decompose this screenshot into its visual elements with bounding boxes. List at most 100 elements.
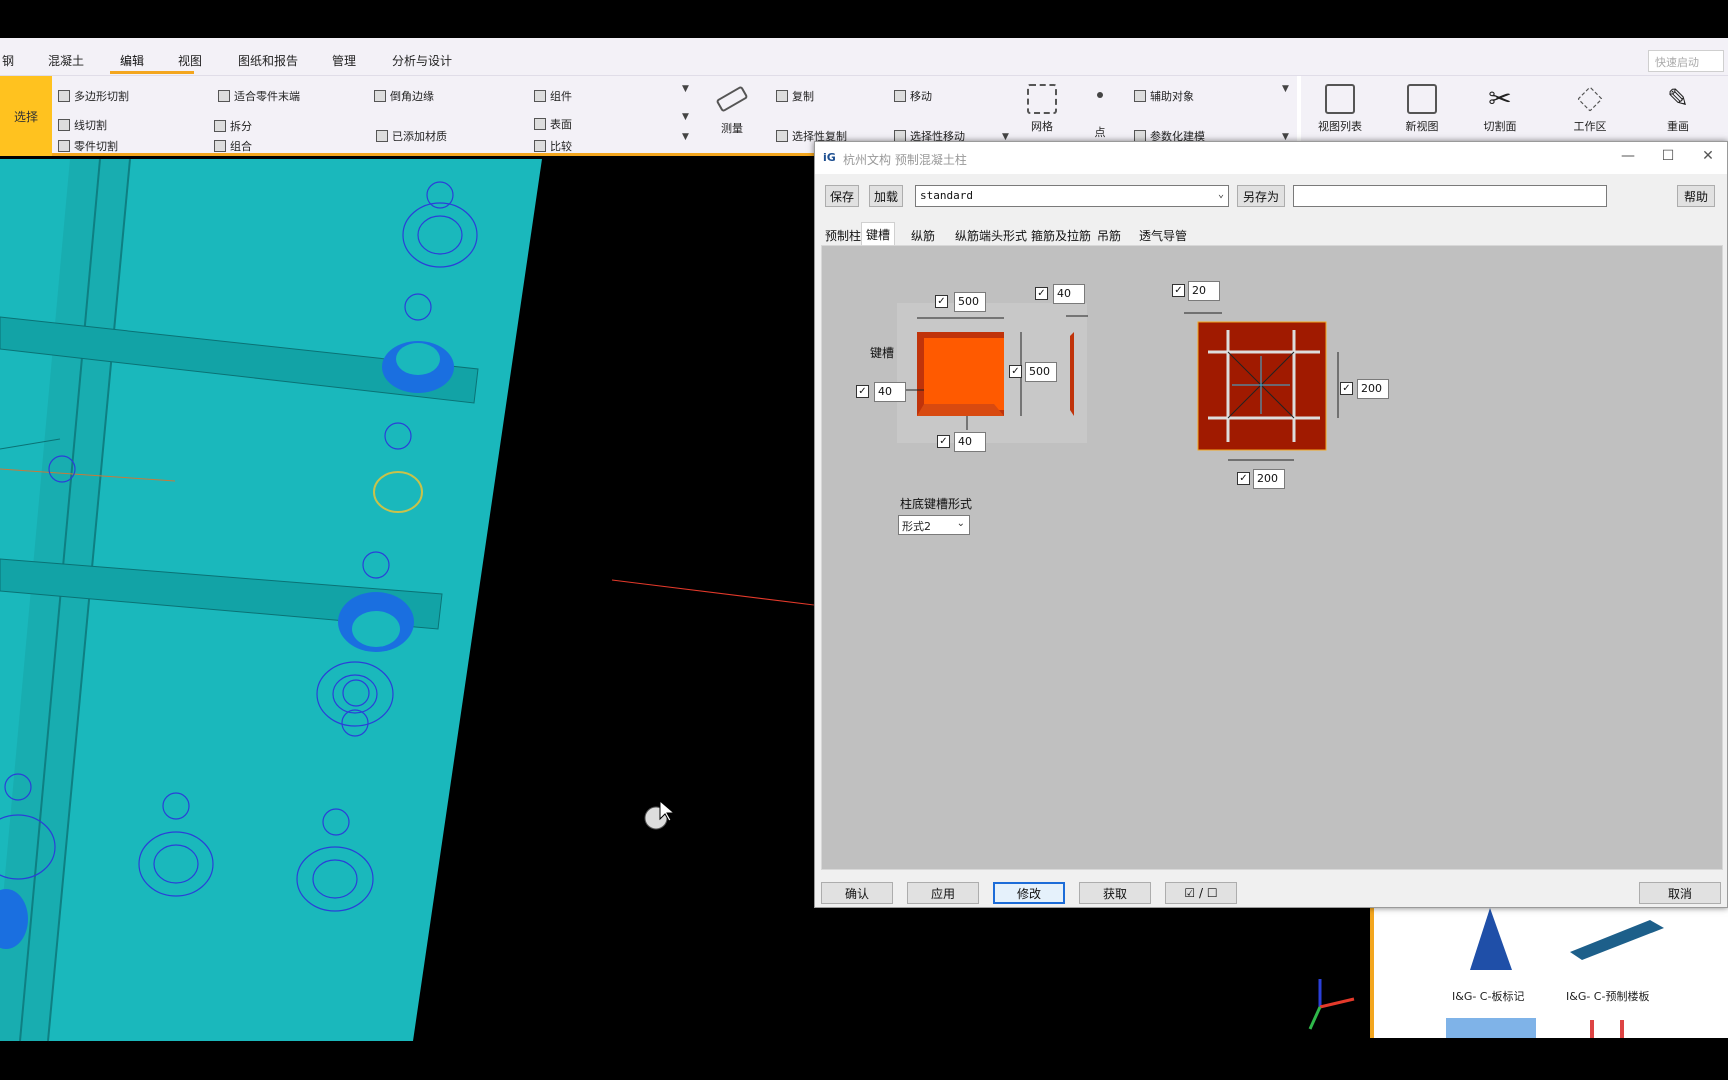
surface-dropdown-icon[interactable]: ▼ [682,112,689,122]
new-view-button[interactable]: 新视图 [1392,84,1452,134]
tab-longitudinal-rebar[interactable]: 纵筋 [907,224,939,246]
cut-plane-button[interactable]: ✂ 切割面 [1470,84,1530,134]
copy-icon [776,90,788,102]
polygon-cut-icon [58,90,70,102]
screen: 钢 混凝土 编辑 视图 图纸和报告 管理 分析与设计 快速启动 选择 多边形切割… [0,0,1728,1080]
height-right-input[interactable]: 500 [1025,362,1057,382]
precast-column-dialog: iG 杭州文构 预制混凝土柱 — ☐ ✕ 保存 加载 standard ⌄ 另存… [814,141,1728,908]
keyway-bevel [917,404,1004,416]
base-form-label: 柱底键槽形式 [900,497,973,511]
redraw-button[interactable]: ✎ 重画 [1648,84,1708,134]
depth-input[interactable]: 40 [1053,284,1085,304]
width-top-input[interactable]: 500 [954,292,986,312]
catalog-thumbnail-4[interactable] [1590,1020,1594,1038]
tab-edit[interactable]: 编辑 [120,52,144,69]
quick-launch-input[interactable]: 快速启动 [1648,50,1724,72]
bottom-offset-input[interactable]: 40 [954,432,986,452]
tab-stirrups-ties[interactable]: 箍筋及拉筋 [1027,224,1095,246]
load-button[interactable]: 加载 [869,185,903,207]
helper-object-button[interactable]: 辅助对象 [1134,88,1194,104]
cancel-button[interactable]: 取消 [1639,882,1721,904]
surface-button[interactable]: 表面 [534,116,572,132]
measure-button[interactable]: 测量 [702,84,762,136]
component-button[interactable]: 组件 [534,88,572,104]
dialog-title-bar[interactable]: iG 杭州文构 预制混凝土柱 — ☐ ✕ [815,142,1727,174]
chamfer-edge-button[interactable]: 倒角边缘 [374,88,434,104]
toggle-checkboxes-button[interactable]: ☑ / ☐ [1165,882,1237,904]
component-dropdown-icon[interactable]: ▼ [682,84,689,94]
keyway-inner [924,338,1004,410]
tab-lifting-rebar[interactable]: 吊筋 [1093,224,1125,246]
apply-button[interactable]: 应用 [907,882,979,904]
helper-dropdown-icon[interactable]: ▼ [1282,84,1289,94]
fit-part-end-button[interactable]: 适合零件末端 [218,88,300,104]
catalog-thumbnail-3[interactable] [1446,1018,1536,1038]
catalog-item-slab-mark[interactable]: I&G- C-板标记 [1452,988,1524,1004]
tab-analysis-design[interactable]: 分析与设计 [392,52,452,69]
tab-steel[interactable]: 钢 [2,52,14,69]
tab-view[interactable]: 视图 [178,52,202,69]
height-right-checkbox[interactable]: ✓ [1009,365,1022,378]
catalog-item-precast-slab[interactable]: I&G- C-预制楼板 [1566,988,1649,1004]
left-offset-input[interactable]: 40 [874,382,906,402]
tab-concrete[interactable]: 混凝土 [48,52,84,69]
part-cut-button[interactable]: 零件切割 [58,138,118,154]
combine-button[interactable]: 组合 [214,138,252,154]
tab-precast-column[interactable]: 预制柱 [821,224,865,246]
grid-button[interactable]: 网格 [1012,84,1072,134]
compare-button[interactable]: 比较 [534,138,572,154]
work-area-button[interactable]: 工作区 [1560,84,1620,134]
added-material-icon [376,130,388,142]
sleeve-2-hole [352,611,400,647]
ok-button[interactable]: 确认 [821,882,893,904]
close-icon[interactable]: ✕ [1693,148,1723,164]
minimize-icon[interactable]: — [1613,148,1643,164]
preset-select[interactable]: standard ⌄ [915,185,1229,207]
tab-rebar-end-form[interactable]: 纵筋端头形式 [951,224,1031,246]
save-button[interactable]: 保存 [825,185,859,207]
slab-mark-thumbnail[interactable] [1470,908,1512,970]
tab-vent-pipe[interactable]: 透气导管 [1135,224,1191,246]
get-button[interactable]: 获取 [1079,882,1151,904]
save-as-button[interactable]: 另存为 [1237,185,1285,207]
spacing-top-input[interactable]: 20 [1188,281,1220,301]
side-bottom-checkbox[interactable]: ✓ [1237,472,1250,485]
save-as-name-input[interactable] [1293,185,1607,207]
modify-button[interactable]: 修改 [993,882,1065,904]
tab-manage[interactable]: 管理 [332,52,356,69]
keyway-side-section [1070,332,1074,416]
maximize-icon[interactable]: ☐ [1653,148,1683,164]
left-offset-checkbox[interactable]: ✓ [856,385,869,398]
compare-icon [534,140,546,152]
tab-drawings-reports[interactable]: 图纸和报告 [238,52,298,69]
spacing-top-checkbox[interactable]: ✓ [1172,284,1185,297]
added-material-button[interactable]: 已添加材质 [376,128,447,144]
base-form-select[interactable]: 形式2 ⌄ [898,515,970,535]
move-button[interactable]: 移动 [894,88,932,104]
point-button[interactable]: 点 [1070,84,1130,140]
line-cut-button[interactable]: 线切割 [58,117,107,133]
help-button[interactable]: 帮助 [1677,185,1715,207]
precast-slab-thumbnail[interactable] [1570,920,1664,960]
polygon-cut-button[interactable]: 多边形切割 [58,88,129,104]
copy-button[interactable]: 复制 [776,88,814,104]
new-view-icon [1407,84,1437,114]
bottom-offset-checkbox[interactable]: ✓ [937,435,950,448]
side-right-checkbox[interactable]: ✓ [1340,382,1353,395]
combine-icon [214,140,226,152]
axis-gizmo-icon [1308,979,1355,1030]
split-button[interactable]: 拆分 [214,118,252,134]
scissors-icon: ✂ [1488,82,1512,115]
depth-checkbox[interactable]: ✓ [1035,287,1048,300]
tab-keyway[interactable]: 键槽 [861,222,896,246]
catalog-thumbnails [1446,908,1664,1038]
width-top-checkbox[interactable]: ✓ [935,295,948,308]
helper-object-icon [1134,90,1146,102]
select-button[interactable]: 选择 [0,76,52,156]
view-list-button[interactable]: 视图列表 [1310,84,1370,134]
view-list-icon [1325,84,1355,114]
compare-dropdown-icon[interactable]: ▼ [682,132,689,142]
side-bottom-input[interactable]: 200 [1253,469,1285,489]
chevron-down-icon: ⌄ [1217,189,1224,200]
side-right-input[interactable]: 200 [1357,379,1389,399]
